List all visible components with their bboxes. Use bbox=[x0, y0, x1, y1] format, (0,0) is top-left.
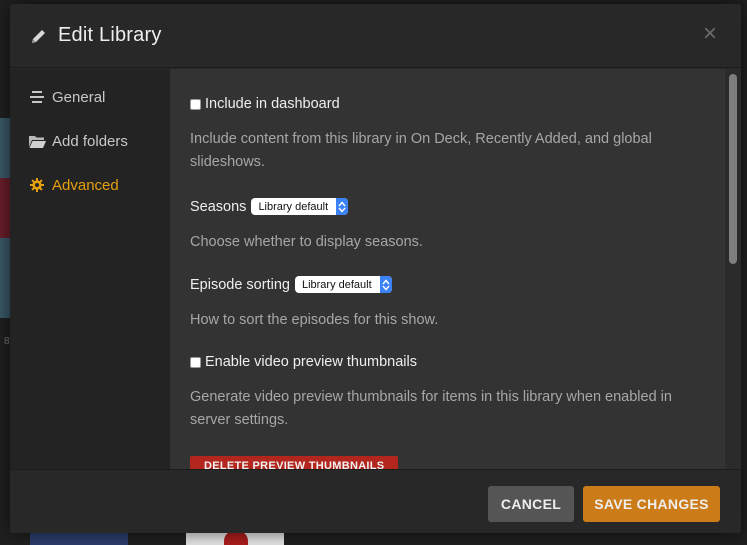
settings-sidebar: General Add folders Advanced bbox=[10, 69, 170, 469]
pencil-icon bbox=[30, 27, 48, 45]
video-preview-label: Enable video preview thumbnails bbox=[205, 354, 417, 370]
edit-library-modal: Edit Library × General Add folders Advan… bbox=[10, 4, 741, 533]
cancel-button[interactable]: CANCEL bbox=[488, 486, 574, 522]
select-arrows-icon bbox=[336, 198, 349, 215]
include-dashboard-label: Include in dashboard bbox=[205, 96, 340, 112]
modal-title: Edit Library bbox=[58, 24, 162, 46]
save-changes-button[interactable]: SAVE CHANGES bbox=[583, 486, 720, 522]
episode-sorting-row: Episode sorting Library default bbox=[190, 276, 392, 293]
sidebar-item-label: Advanced bbox=[52, 176, 119, 194]
video-preview-help: Generate video preview thumbnails for it… bbox=[190, 389, 672, 428]
seasons-select[interactable]: Library default bbox=[251, 198, 349, 215]
modal-footer: CANCEL SAVE CHANGES bbox=[10, 469, 741, 533]
modal-title-group: Edit Library bbox=[30, 24, 162, 47]
sidebar-item-label: Add folders bbox=[52, 132, 128, 150]
episode-sorting-label: Episode sorting bbox=[190, 276, 290, 293]
seasons-label: Seasons bbox=[190, 198, 247, 215]
advanced-settings-panel: Include in dashboard Include content fro… bbox=[170, 69, 741, 469]
include-dashboard-row: Include in dashboard bbox=[190, 96, 340, 112]
sidebar-item-advanced[interactable]: Advanced bbox=[28, 175, 119, 195]
scrollbar-track bbox=[725, 69, 741, 469]
list-lines-icon bbox=[28, 89, 46, 105]
seasons-select-value: Library default bbox=[258, 200, 329, 213]
modal-header: Edit Library × bbox=[10, 4, 741, 68]
seasons-row: Seasons Library default bbox=[190, 198, 349, 215]
gear-icon bbox=[28, 177, 46, 193]
select-arrows-icon bbox=[379, 276, 392, 293]
video-preview-checkbox[interactable] bbox=[190, 356, 201, 368]
episode-sorting-select[interactable]: Library default bbox=[294, 276, 392, 293]
seasons-help: Choose whether to display seasons. bbox=[190, 234, 423, 250]
episode-sorting-help: How to sort the episodes for this show. bbox=[190, 312, 439, 328]
background-text-fragment: 8 bbox=[4, 336, 10, 347]
folder-icon bbox=[28, 133, 46, 149]
sidebar-item-general[interactable]: General bbox=[28, 87, 105, 107]
delete-thumbnails-wrap: DELETE PREVIEW THUMBNAILS bbox=[190, 456, 399, 469]
episode-sorting-select-value: Library default bbox=[301, 278, 372, 291]
close-icon[interactable]: × bbox=[701, 22, 719, 46]
include-dashboard-checkbox[interactable] bbox=[190, 98, 201, 110]
video-preview-row: Enable video preview thumbnails bbox=[190, 354, 417, 370]
delete-preview-thumbnails-button[interactable]: DELETE PREVIEW THUMBNAILS bbox=[190, 456, 399, 469]
include-dashboard-help: Include content from this library in On … bbox=[190, 131, 652, 170]
sidebar-item-label: General bbox=[52, 88, 106, 106]
scrollbar-thumb[interactable] bbox=[729, 74, 737, 264]
sidebar-item-add-folders[interactable]: Add folders bbox=[28, 131, 128, 151]
